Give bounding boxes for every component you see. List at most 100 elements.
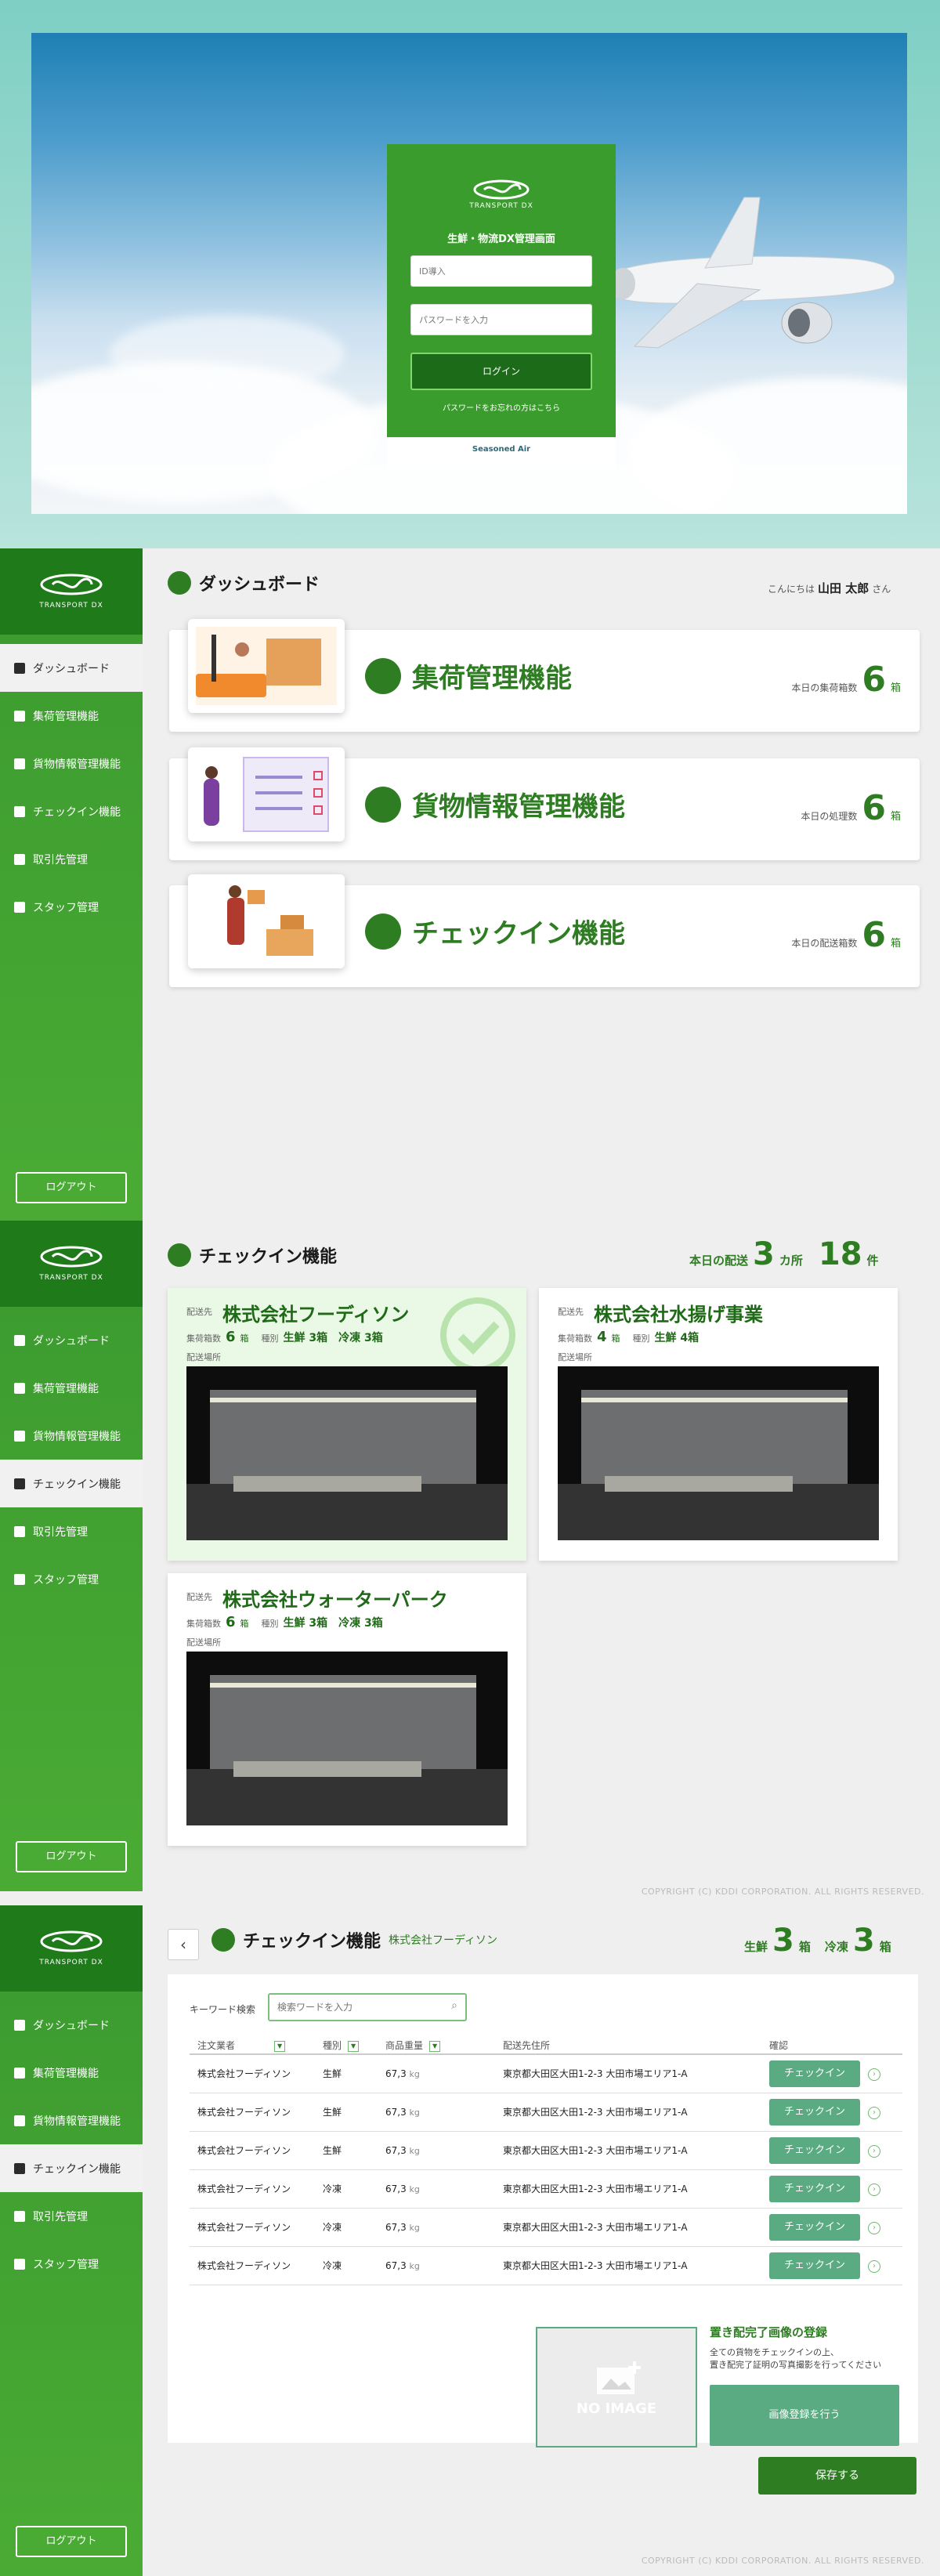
sidebar-item-staff[interactable]: スタッフ管理 [0, 2240, 143, 2288]
weight-value: 67,3 [385, 2106, 407, 2118]
chevron-right-icon[interactable]: › [868, 2259, 880, 2273]
cell-vendor: 株式会社フーディソン [190, 2169, 323, 2209]
cell-weight: 67,3 kg [385, 2093, 503, 2132]
warehouse-photo [558, 1366, 879, 1540]
sidebar-item-checkin[interactable]: チェックイン機能 [0, 1460, 143, 1507]
login-section: TRANSPORT DX 生鮮・物流DX管理画面 ログイン パスワードをお忘れの… [0, 0, 940, 548]
table-row: 株式会社フーディソン 生鮮 67,3 kg 東京都大田区大田1-2-3 大田市場エリア… [190, 2131, 902, 2170]
checkin-detail-screen: TRANSPORT DX ダッシュボード 集荷管理機能 貨物情報管理機能 チェッ… [0, 1905, 940, 2576]
dest-name: 株式会社フーディソン [222, 1304, 410, 1326]
type-breakdown: 生鮮 4箱 [654, 1332, 700, 1344]
checkin-button[interactable]: チェックイン [769, 2252, 860, 2279]
chevron-right-icon[interactable]: › [868, 2183, 880, 2196]
chevron-right-icon[interactable]: › [868, 2144, 880, 2158]
sidebar-item-label: 貨物情報管理機能 [33, 758, 121, 771]
sidebar-item-label: 取引先管理 [33, 853, 88, 867]
sidebar-item-cargo[interactable]: 貨物情報管理機能 [0, 2097, 143, 2144]
sidebar-logo: TRANSPORT DX [0, 1221, 143, 1307]
order-table: 注文業者 ▼ 種別 ▼ 商品重量 ▼ 配送先住所 確認 株式会社フーディソン 生鮮 67,… [190, 2037, 902, 2285]
sort-icon[interactable]: ▼ [429, 2040, 441, 2052]
sidebar-item-cargo[interactable]: 貨物情報管理機能 [0, 1412, 143, 1460]
chevron-right-icon[interactable]: › [868, 2106, 880, 2119]
upload-desc-2: 置き配完了証明の写真撮影を行ってください [710, 2360, 882, 2370]
cell-address: 東京都大田区大田1-2-3 大田市場エリア1-A [503, 2246, 769, 2285]
sidebar-item-label: 集荷管理機能 [33, 710, 99, 723]
logout-button[interactable]: ログアウト [16, 1841, 127, 1872]
col-vendor[interactable]: 注文業者 ▼ [190, 2037, 323, 2055]
table-row: 株式会社フーディソン 生鮮 67,3 kg 東京都大田区大田1-2-3 大田市場エリア… [190, 2054, 902, 2093]
dest-label: 配送先 [186, 1592, 212, 1602]
greeting-suffix: さん [872, 584, 891, 595]
destination-card[interactable]: 配送先 株式会社ウォーターパーク 集荷箱数 6 箱 種別 生鮮 3箱 冷凍 3箱 配送… [168, 1573, 526, 1846]
sidebar-item-clients[interactable]: 取引先管理 [0, 2192, 143, 2240]
password-input[interactable] [410, 304, 592, 335]
image-preview[interactable]: NO IMAGE [536, 2327, 697, 2448]
checkin-button[interactable]: チェックイン [769, 2136, 860, 2164]
save-button[interactable]: 保存する [758, 2457, 916, 2495]
greeting-prefix: こんにちは [768, 584, 815, 595]
stat-label: 本日の配送箱数 [791, 938, 858, 949]
feature-card-cargo[interactable]: 貨物情報管理機能 本日の処理数 6 箱 [169, 747, 920, 860]
login-button[interactable]: ログイン [410, 353, 592, 390]
back-button[interactable]: ‹ [168, 1929, 199, 1960]
frozen-unit: 箱 [879, 1940, 891, 1954]
col-weight[interactable]: 商品重量 ▼ [385, 2037, 503, 2055]
feature-card-checkin[interactable]: チェックイン機能 本日の配送箱数 6 箱 [169, 874, 920, 987]
sidebar-item-pickup[interactable]: 集荷管理機能 [0, 692, 143, 740]
sort-icon[interactable]: ▼ [348, 2040, 360, 2052]
chevron-right-icon[interactable]: › [868, 2068, 880, 2081]
feature-title: 集荷管理機能 [365, 657, 572, 695]
sidebar-item-label: 取引先管理 [33, 1525, 88, 1539]
search-icon[interactable]: ⌕ [451, 1999, 457, 2012]
sidebar-item-clients[interactable]: 取引先管理 [0, 835, 143, 883]
sidebar-item-staff[interactable]: スタッフ管理 [0, 1555, 143, 1603]
copyright: COPYRIGHT (C) KDDI CORPORATION. ALL RIGH… [641, 2556, 924, 2566]
sidebar: TRANSPORT DX ダッシュボード 集荷管理機能 貨物情報管理機能 チェッ… [0, 1221, 143, 1891]
logout-button[interactable]: ログアウト [16, 1172, 127, 1203]
logout-button[interactable]: ログアウト [16, 2526, 127, 2557]
dest-name: 株式会社ウォーターパーク [222, 1589, 448, 1611]
checkin-button[interactable]: チェックイン [769, 2213, 860, 2241]
sidebar-item-cargo[interactable]: 貨物情報管理機能 [0, 740, 143, 787]
cell-address: 東京都大田区大田1-2-3 大田市場エリア1-A [503, 2208, 769, 2247]
sidebar-item-pickup[interactable]: 集荷管理機能 [0, 1364, 143, 1412]
sidebar-item-checkin[interactable]: チェックイン機能 [0, 787, 143, 835]
checkin-button[interactable]: チェックイン [769, 2098, 860, 2126]
col-type[interactable]: 種別 ▼ [323, 2037, 385, 2055]
table-header: 注文業者 ▼ 種別 ▼ 商品重量 ▼ 配送先住所 確認 [190, 2037, 902, 2055]
box-count: 6 [226, 1614, 236, 1630]
feature-card-pickup[interactable]: 集荷管理機能 本日の集荷箱数 6 箱 [169, 619, 920, 732]
document-icon [14, 1525, 25, 1537]
sidebar-item-checkin[interactable]: チェックイン機能 [0, 2144, 143, 2192]
sidebar-item-dashboard[interactable]: ダッシュボード [0, 2001, 143, 2049]
sidebar-item-staff[interactable]: スタッフ管理 [0, 883, 143, 931]
sort-icon[interactable]: ▼ [274, 2040, 286, 2052]
feature-name: 貨物情報管理機能 [412, 791, 625, 823]
sidebar-item-label: チェックイン機能 [33, 2162, 121, 2176]
delivery-illustration [188, 874, 345, 968]
box-unit: 箱 [240, 1333, 249, 1344]
feature-stat: 本日の配送箱数 6 箱 [791, 915, 901, 955]
sidebar-item-dashboard[interactable]: ダッシュボード [0, 1316, 143, 1364]
chevron-right-icon[interactable]: › [868, 2221, 880, 2234]
sidebar-item-clients[interactable]: 取引先管理 [0, 1507, 143, 1555]
id-input[interactable] [410, 255, 592, 287]
upload-image-button[interactable]: 画像登録を行う [710, 2385, 899, 2446]
checkin-button[interactable]: チェックイン [769, 2060, 860, 2087]
cell-action: チェックイン › [769, 2054, 902, 2093]
type-label: 種別 [261, 1333, 279, 1344]
page-title: チェックイン機能 株式会社フーディソン [212, 1927, 497, 1952]
sidebar-item-pickup[interactable]: 集荷管理機能 [0, 2049, 143, 2097]
destination-card[interactable]: 配送先 株式会社フーディソン 集荷箱数 6 箱 種別 生鮮 3箱 冷凍 3箱 配送場所 [168, 1288, 526, 1561]
sidebar-logo: TRANSPORT DX [0, 1905, 143, 1992]
fresh-unit: 箱 [798, 1940, 811, 1954]
search-box[interactable]: ⌕ [268, 1993, 467, 2021]
checklist-icon [365, 913, 401, 950]
sidebar-item-label: 貨物情報管理機能 [33, 2115, 121, 2128]
weight-value: 67,3 [385, 2144, 407, 2156]
checkin-button[interactable]: チェックイン [769, 2175, 860, 2202]
destination-card[interactable]: 配送先 株式会社水揚げ事業 集荷箱数 4 箱 種別 生鮮 4箱 配送場所 [539, 1288, 898, 1561]
sidebar-item-dashboard[interactable]: ダッシュボード [0, 644, 143, 692]
search-input[interactable] [269, 1995, 426, 2020]
forgot-password-link[interactable]: パスワードをお忘れの方はこちら [387, 401, 616, 413]
